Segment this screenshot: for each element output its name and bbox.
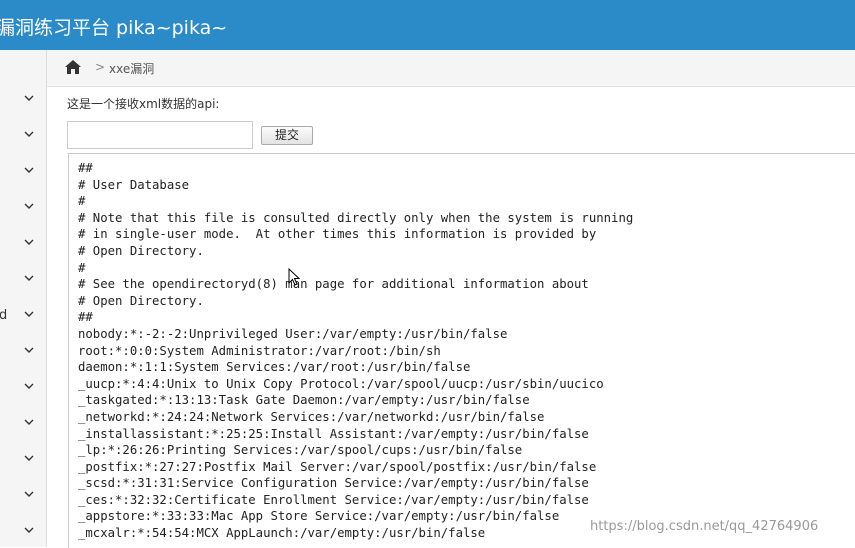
output-line: # in single-user mode. At other times th…: [78, 227, 597, 242]
output-line: _taskgated:*:13:13:Task Gate Daemon:/var…: [78, 393, 530, 408]
watermark-text: https://blog.csdn.net/qq_42764906: [590, 519, 819, 534]
sidebar-item[interactable]: [0, 335, 46, 372]
sidebar: d: [0, 50, 47, 547]
sidebar-item[interactable]: [0, 50, 46, 84]
sidebar-item[interactable]: [0, 407, 46, 444]
output-line: _mcxalr:*:54:54:MCX AppLaunch:/var/empty…: [78, 526, 486, 541]
output-line: nobody:*:-2:-2:Unprivileged User:/var/em…: [78, 326, 508, 341]
chevron-down-icon: [24, 347, 34, 353]
output-line: _uucp:*:4:4:Unix to Unix Copy Protocol:/…: [78, 376, 604, 391]
output-line: _postfix:*:27:27:Postfix Mail Server:/va…: [78, 459, 597, 474]
sidebar-item[interactable]: [0, 191, 46, 228]
output-line: # Note that this file is consulted direc…: [78, 210, 634, 225]
output-line: daemon:*:1:1:System Services:/var/root:/…: [78, 360, 471, 375]
output-line: _scsd:*:31:31:Service Configuration Serv…: [78, 476, 589, 491]
output-line: ##: [78, 310, 93, 325]
chevron-down-icon: [24, 383, 34, 389]
chevron-down-icon: [24, 419, 34, 425]
output-line: #: [78, 260, 86, 275]
sidebar-item[interactable]: [0, 371, 46, 408]
chevron-down-icon: [24, 455, 34, 461]
output-line: # See the opendirectoryd(8) man page for…: [78, 277, 589, 292]
sidebar-item[interactable]: [0, 263, 46, 300]
sidebar-item[interactable]: [0, 479, 46, 516]
sidebar-item[interactable]: d: [0, 299, 46, 336]
home-icon[interactable]: [64, 59, 82, 75]
chevron-down-icon: [24, 311, 34, 317]
output-line: _installassistant:*:25:25:Install Assist…: [78, 426, 589, 441]
output-line: # User Database: [78, 177, 190, 192]
output-line: # Open Directory.: [78, 243, 204, 258]
chevron-down-icon: [24, 203, 34, 209]
breadcrumb: > xxe漏洞: [47, 50, 855, 87]
sidebar-item[interactable]: [0, 83, 46, 120]
output-line: #: [78, 194, 86, 209]
submit-button[interactable]: 提交: [261, 126, 313, 145]
chevron-down-icon: [24, 95, 34, 101]
chevron-down-icon: [24, 527, 34, 533]
xml-output-panel: ## # User Database # # Note that this file …: [68, 153, 855, 548]
breadcrumb-current: xxe漏洞: [109, 62, 155, 76]
sidebar-item[interactable]: [0, 443, 46, 480]
sidebar-item[interactable]: [0, 119, 46, 156]
chevron-down-icon: [24, 491, 34, 497]
sidebar-item[interactable]: [0, 227, 46, 264]
chevron-down-icon: [24, 275, 34, 281]
sidebar-item-label: d: [0, 308, 7, 323]
output-line: # Open Directory.: [78, 293, 204, 308]
sidebar-item[interactable]: [0, 515, 46, 547]
output-line: _ces:*:32:32:Certificate Enrollment Serv…: [78, 492, 589, 507]
top-header-bar: 漏洞练习平台 pika~pika~: [0, 0, 855, 50]
chevron-down-icon: [24, 239, 34, 245]
output-line: ##: [78, 161, 93, 175]
chevron-down-icon: [24, 167, 34, 173]
output-line: _networkd:*:24:24:Network Services:/var/…: [78, 409, 545, 424]
output-line: _lp:*:26:26:Printing Services:/var/spool…: [78, 443, 523, 458]
output-body: ## # User Database # # Note that this file …: [69, 160, 633, 542]
api-label: 这是一个接收xml数据的api:: [67, 97, 220, 111]
output-line: root:*:0:0:System Administrator:/var/roo…: [78, 343, 441, 358]
sidebar-item[interactable]: [0, 155, 46, 192]
xml-input[interactable]: [67, 121, 253, 149]
mouse-cursor-icon: [288, 268, 300, 286]
output-line: _appstore:*:33:33:Mac App Store Service:…: [78, 509, 560, 524]
app-title: 漏洞练习平台 pika~pika~: [0, 17, 228, 39]
breadcrumb-separator: >: [95, 60, 106, 74]
chevron-down-icon: [24, 131, 34, 137]
